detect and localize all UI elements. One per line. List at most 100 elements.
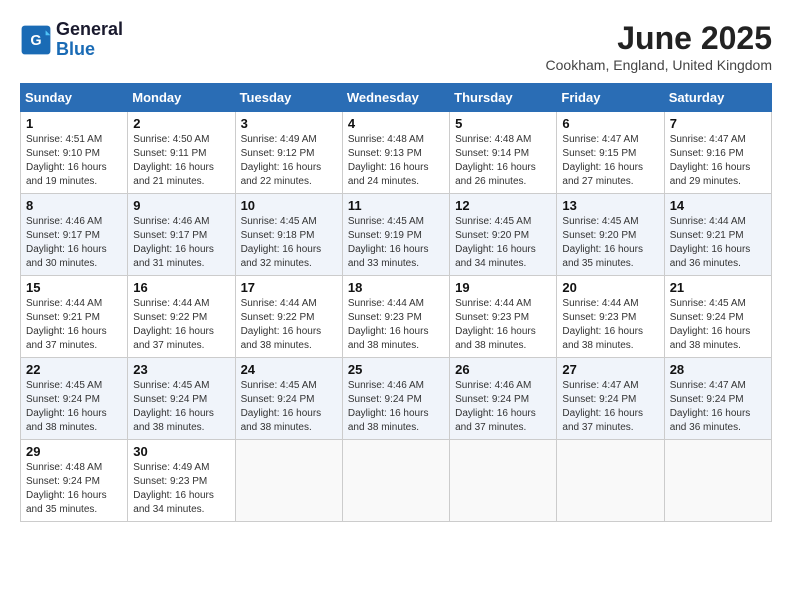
calendar-cell: 1 Sunrise: 4:51 AM Sunset: 9:10 PM Daylig… bbox=[21, 112, 128, 194]
calendar-week-2: 8Sunrise: 4:46 AM Sunset: 9:17 PM Daylig… bbox=[21, 194, 772, 276]
day-number: 10 bbox=[241, 198, 337, 213]
calendar-cell: 8Sunrise: 4:46 AM Sunset: 9:17 PM Daylig… bbox=[21, 194, 128, 276]
calendar-cell: 7 Sunrise: 4:47 AM Sunset: 9:16 PM Daylig… bbox=[664, 112, 771, 194]
day-number: 26 bbox=[455, 362, 551, 377]
calendar-cell: 20 Sunrise: 4:44 AM Sunset: 9:23 PM Dayli… bbox=[557, 276, 664, 358]
calendar-cell: 9Sunrise: 4:46 AM Sunset: 9:17 PM Daylig… bbox=[128, 194, 235, 276]
day-number: 2 bbox=[133, 116, 229, 131]
logo-icon: G bbox=[20, 24, 52, 56]
day-info: Sunrise: 4:48 AM Sunset: 9:13 PM Dayligh… bbox=[348, 133, 444, 189]
calendar-cell: 23Sunrise: 4:45 AM Sunset: 9:24 PM Dayli… bbox=[128, 358, 235, 440]
day-info: Sunrise: 4:44 AM Sunset: 9:23 PM Dayligh… bbox=[455, 297, 551, 353]
weekday-header-row: SundayMondayTuesdayWednesdayThursdayFrid… bbox=[21, 84, 772, 112]
day-info: Sunrise: 4:47 AM Sunset: 9:24 PM Dayligh… bbox=[562, 379, 658, 435]
day-number: 14 bbox=[670, 198, 766, 213]
day-info: Sunrise: 4:44 AM Sunset: 9:21 PM Dayligh… bbox=[26, 297, 122, 353]
calendar-cell: 22 Sunrise: 4:45 AM Sunset: 9:24 PM Dayli… bbox=[21, 358, 128, 440]
day-info: Sunrise: 4:45 AM Sunset: 9:18 PM Dayligh… bbox=[241, 215, 337, 271]
day-info: Sunrise: 4:45 AM Sunset: 9:24 PM Dayligh… bbox=[670, 297, 766, 353]
day-info: Sunrise: 4:51 AM Sunset: 9:10 PM Dayligh… bbox=[26, 133, 122, 189]
day-number: 16 bbox=[133, 280, 229, 295]
weekday-header-saturday: Saturday bbox=[664, 84, 771, 112]
day-number: 9 bbox=[133, 198, 229, 213]
calendar-cell: 2 Sunrise: 4:50 AM Sunset: 9:11 PM Daylig… bbox=[128, 112, 235, 194]
day-info: Sunrise: 4:47 AM Sunset: 9:15 PM Dayligh… bbox=[562, 133, 658, 189]
day-number: 18 bbox=[348, 280, 444, 295]
day-info: Sunrise: 4:47 AM Sunset: 9:24 PM Dayligh… bbox=[670, 379, 766, 435]
day-number: 3 bbox=[241, 116, 337, 131]
calendar-cell: 6Sunrise: 4:47 AM Sunset: 9:15 PM Daylig… bbox=[557, 112, 664, 194]
calendar-cell bbox=[342, 440, 449, 522]
day-info: Sunrise: 4:44 AM Sunset: 9:23 PM Dayligh… bbox=[562, 297, 658, 353]
day-info: Sunrise: 4:45 AM Sunset: 9:20 PM Dayligh… bbox=[455, 215, 551, 271]
weekday-header-tuesday: Tuesday bbox=[235, 84, 342, 112]
day-info: Sunrise: 4:49 AM Sunset: 9:23 PM Dayligh… bbox=[133, 461, 229, 517]
day-number: 11 bbox=[348, 198, 444, 213]
svg-text:G: G bbox=[30, 33, 41, 49]
page-header: G General Blue June 2025 Cookham, Englan… bbox=[20, 20, 772, 73]
weekday-header-thursday: Thursday bbox=[450, 84, 557, 112]
calendar-cell bbox=[557, 440, 664, 522]
day-number: 27 bbox=[562, 362, 658, 377]
day-info: Sunrise: 4:45 AM Sunset: 9:24 PM Dayligh… bbox=[26, 379, 122, 435]
calendar-cell: 18 Sunrise: 4:44 AM Sunset: 9:23 PM Dayli… bbox=[342, 276, 449, 358]
day-number: 19 bbox=[455, 280, 551, 295]
day-number: 5 bbox=[455, 116, 551, 131]
weekday-header-monday: Monday bbox=[128, 84, 235, 112]
day-info: Sunrise: 4:45 AM Sunset: 9:19 PM Dayligh… bbox=[348, 215, 444, 271]
day-number: 21 bbox=[670, 280, 766, 295]
calendar-cell: 11 Sunrise: 4:45 AM Sunset: 9:19 PM Dayli… bbox=[342, 194, 449, 276]
calendar-cell: 4 Sunrise: 4:48 AM Sunset: 9:13 PM Daylig… bbox=[342, 112, 449, 194]
month-title: June 2025 bbox=[546, 20, 772, 57]
logo-text: General Blue bbox=[56, 20, 123, 60]
calendar-cell bbox=[450, 440, 557, 522]
day-info: Sunrise: 4:45 AM Sunset: 9:24 PM Dayligh… bbox=[133, 379, 229, 435]
day-info: Sunrise: 4:44 AM Sunset: 9:22 PM Dayligh… bbox=[133, 297, 229, 353]
day-info: Sunrise: 4:44 AM Sunset: 9:22 PM Dayligh… bbox=[241, 297, 337, 353]
day-number: 24 bbox=[241, 362, 337, 377]
day-info: Sunrise: 4:50 AM Sunset: 9:11 PM Dayligh… bbox=[133, 133, 229, 189]
day-info: Sunrise: 4:49 AM Sunset: 9:12 PM Dayligh… bbox=[241, 133, 337, 189]
calendar-table: SundayMondayTuesdayWednesdayThursdayFrid… bbox=[20, 83, 772, 522]
calendar-cell: 27 Sunrise: 4:47 AM Sunset: 9:24 PM Dayli… bbox=[557, 358, 664, 440]
day-info: Sunrise: 4:47 AM Sunset: 9:16 PM Dayligh… bbox=[670, 133, 766, 189]
calendar-cell: 3 Sunrise: 4:49 AM Sunset: 9:12 PM Daylig… bbox=[235, 112, 342, 194]
day-info: Sunrise: 4:46 AM Sunset: 9:24 PM Dayligh… bbox=[455, 379, 551, 435]
day-number: 4 bbox=[348, 116, 444, 131]
day-info: Sunrise: 4:48 AM Sunset: 9:14 PM Dayligh… bbox=[455, 133, 551, 189]
day-number: 8 bbox=[26, 198, 122, 213]
day-info: Sunrise: 4:45 AM Sunset: 9:24 PM Dayligh… bbox=[241, 379, 337, 435]
day-number: 17 bbox=[241, 280, 337, 295]
calendar-cell: 15Sunrise: 4:44 AM Sunset: 9:21 PM Dayli… bbox=[21, 276, 128, 358]
calendar-cell: 12 Sunrise: 4:45 AM Sunset: 9:20 PM Dayli… bbox=[450, 194, 557, 276]
calendar-cell: 5 Sunrise: 4:48 AM Sunset: 9:14 PM Daylig… bbox=[450, 112, 557, 194]
day-number: 1 bbox=[26, 116, 122, 131]
day-number: 25 bbox=[348, 362, 444, 377]
calendar-week-3: 15Sunrise: 4:44 AM Sunset: 9:21 PM Dayli… bbox=[21, 276, 772, 358]
day-number: 12 bbox=[455, 198, 551, 213]
day-number: 29 bbox=[26, 444, 122, 459]
calendar-cell: 14Sunrise: 4:44 AM Sunset: 9:21 PM Dayli… bbox=[664, 194, 771, 276]
day-number: 22 bbox=[26, 362, 122, 377]
calendar-week-4: 22 Sunrise: 4:45 AM Sunset: 9:24 PM Dayli… bbox=[21, 358, 772, 440]
calendar-cell: 19 Sunrise: 4:44 AM Sunset: 9:23 PM Dayli… bbox=[450, 276, 557, 358]
calendar-cell: 30Sunrise: 4:49 AM Sunset: 9:23 PM Dayli… bbox=[128, 440, 235, 522]
day-number: 20 bbox=[562, 280, 658, 295]
day-info: Sunrise: 4:46 AM Sunset: 9:24 PM Dayligh… bbox=[348, 379, 444, 435]
day-info: Sunrise: 4:45 AM Sunset: 9:20 PM Dayligh… bbox=[562, 215, 658, 271]
calendar-cell: 29 Sunrise: 4:48 AM Sunset: 9:24 PM Dayli… bbox=[21, 440, 128, 522]
day-info: Sunrise: 4:48 AM Sunset: 9:24 PM Dayligh… bbox=[26, 461, 122, 517]
weekday-header-wednesday: Wednesday bbox=[342, 84, 449, 112]
day-number: 28 bbox=[670, 362, 766, 377]
calendar-week-5: 29 Sunrise: 4:48 AM Sunset: 9:24 PM Dayli… bbox=[21, 440, 772, 522]
day-info: Sunrise: 4:44 AM Sunset: 9:23 PM Dayligh… bbox=[348, 297, 444, 353]
title-block: June 2025 Cookham, England, United Kingd… bbox=[546, 20, 772, 73]
day-number: 7 bbox=[670, 116, 766, 131]
logo: G General Blue bbox=[20, 20, 123, 60]
calendar-cell bbox=[664, 440, 771, 522]
calendar-cell: 13Sunrise: 4:45 AM Sunset: 9:20 PM Dayli… bbox=[557, 194, 664, 276]
location: Cookham, England, United Kingdom bbox=[546, 57, 772, 73]
calendar-cell: 24 Sunrise: 4:45 AM Sunset: 9:24 PM Dayli… bbox=[235, 358, 342, 440]
calendar-cell: 10 Sunrise: 4:45 AM Sunset: 9:18 PM Dayli… bbox=[235, 194, 342, 276]
calendar-cell: 25 Sunrise: 4:46 AM Sunset: 9:24 PM Dayli… bbox=[342, 358, 449, 440]
